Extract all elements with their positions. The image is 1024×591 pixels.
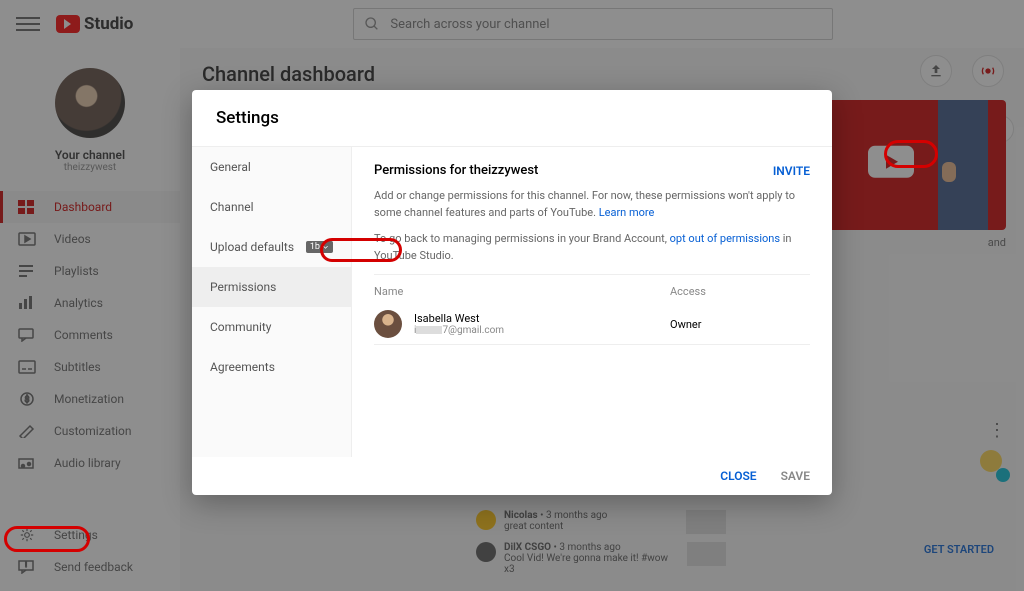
save-button[interactable]: SAVE [781, 469, 810, 483]
nav-label: General [210, 160, 251, 174]
nav-label: Community [210, 320, 271, 334]
user-email: i7@gmail.com [414, 325, 670, 336]
redacted-text [416, 326, 442, 334]
permissions-table-head: Name Access [374, 274, 810, 304]
col-name: Name [374, 285, 670, 298]
modal-overlay: Settings General Channel Upload defaults… [0, 0, 1024, 591]
user-avatar [374, 310, 402, 338]
permissions-desc-1: Add or change permissions for this chann… [374, 188, 810, 221]
nav-label: Agreements [210, 360, 275, 374]
dialog-footer: CLOSE SAVE [192, 457, 832, 495]
dialog-nav: General Channel Upload defaults 1b Permis… [192, 147, 352, 457]
dialog-content: Permissions for theizzywest INVITE Add o… [352, 147, 832, 457]
badge-icon: 1b [306, 241, 333, 253]
settings-nav-agreements[interactable]: Agreements [192, 347, 351, 387]
learn-more-link[interactable]: Learn more [599, 206, 655, 219]
permissions-row[interactable]: Isabella West i7@gmail.com Owner [374, 304, 810, 345]
settings-dialog: Settings General Channel Upload defaults… [192, 90, 832, 495]
settings-nav-community[interactable]: Community [192, 307, 351, 347]
close-button[interactable]: CLOSE [720, 469, 756, 483]
permissions-desc-2: To go back to managing permissions in yo… [374, 231, 810, 264]
nav-label: Permissions [210, 280, 276, 294]
settings-nav-channel[interactable]: Channel [192, 187, 351, 227]
user-access: Owner [670, 318, 810, 331]
settings-nav-permissions[interactable]: Permissions [192, 267, 351, 307]
user-name: Isabella West [414, 312, 670, 325]
invite-button[interactable]: INVITE [773, 164, 810, 178]
col-access: Access [670, 285, 810, 298]
settings-nav-general[interactable]: General [192, 147, 351, 187]
permissions-title: Permissions for theizzywest [374, 163, 538, 178]
nav-label: Channel [210, 200, 253, 214]
dialog-title: Settings [192, 90, 832, 147]
nav-label: Upload defaults [210, 240, 294, 254]
settings-nav-upload-defaults[interactable]: Upload defaults 1b [192, 227, 351, 267]
opt-out-link[interactable]: opt out of permissions [670, 232, 780, 245]
